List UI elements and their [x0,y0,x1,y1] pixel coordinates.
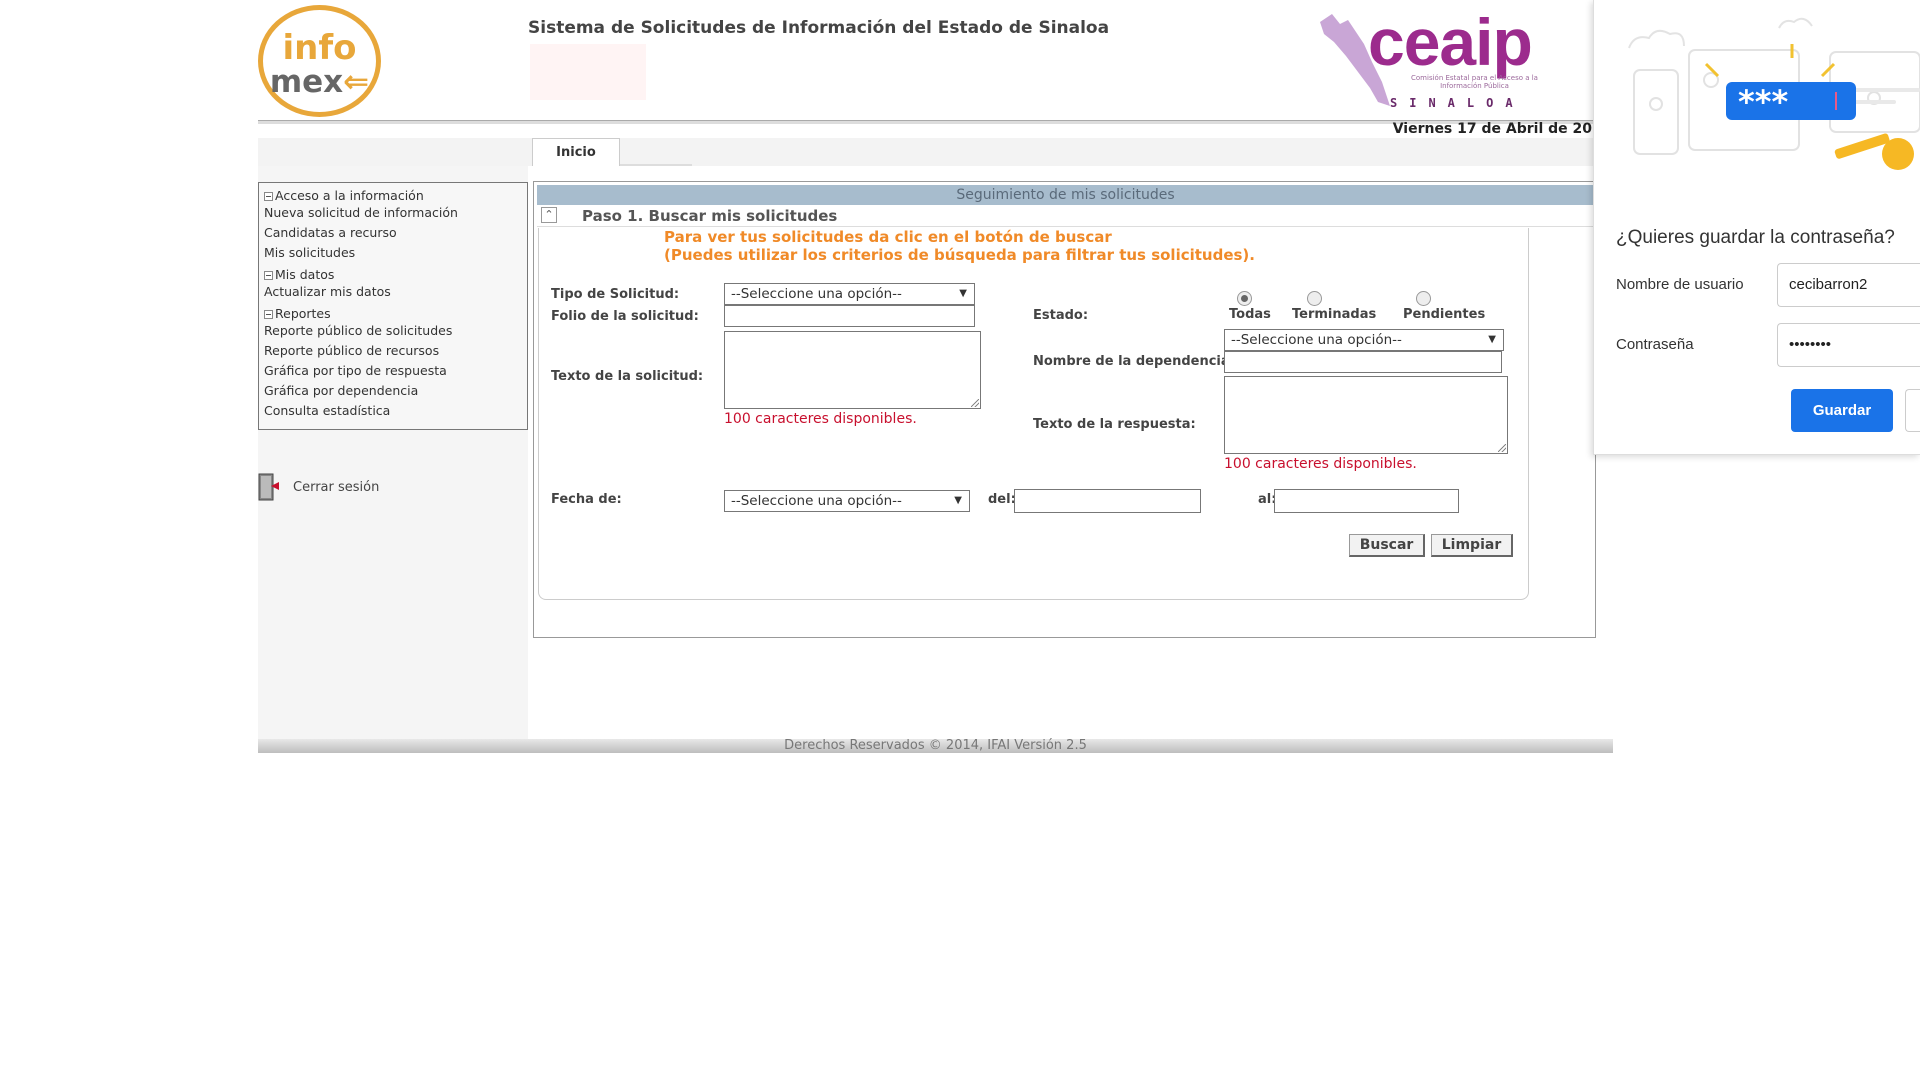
fecha-del-label: del: [988,492,1016,507]
texto-respuesta-textarea[interactable] [1224,376,1508,454]
menu-header-mis-datos[interactable]: Mis datos [259,265,527,284]
password-field[interactable]: •••••••• [1777,323,1920,367]
collapse-box-icon [264,310,273,319]
fecha-label: Fecha de: [551,492,622,507]
password-illustration-icon: *** [1628,17,1920,170]
save-password-button[interactable]: Guardar [1791,389,1893,432]
ceaip-subtitle: Comisión Estatal para el Acceso a la Inf… [1411,74,1538,90]
ceaip-logo: ceaip Comisión Estatal para el Acceso a … [1310,4,1568,114]
ceaip-wordmark: ceaip [1368,5,1533,79]
menu-item-reporte-solicitudes[interactable]: Reporte público de solicitudes [259,323,527,343]
sidebar-menu: Acceso a la información Nueva solicitud … [258,182,528,430]
dropdown-arrow-icon: ▼ [1488,334,1496,345]
texto-solicitud-label: Texto de la solicitud: [551,369,704,384]
panel-header: Seguimiento de mis solicitudes [537,185,1594,205]
logo-line1: info [282,28,357,68]
footer-bar: Derechos Reservados © 2014, IFAI Versión… [258,739,1613,753]
folio-label: Folio de la solicitud: [551,309,699,324]
estado-radio-terminadas[interactable] [1307,291,1322,306]
arrow-left-icon: ⇐ [343,64,370,100]
estado-label: Estado: [1033,308,1089,323]
char-counter-solicitud: 100 caracteres disponibles. [724,411,917,427]
tipo-label: Tipo de Solicitud: [551,287,680,302]
illustration-stars: *** [1738,83,1788,121]
menu-item-actualizar-datos[interactable]: Actualizar mis datos [259,284,527,304]
dependencia-label: Nombre de la dependencia: [1033,354,1235,369]
username-field[interactable]: cecibarron2 [1777,263,1920,307]
collapse-box-icon [264,271,273,280]
buscar-button[interactable]: Buscar [1349,534,1425,557]
tab-bar: Inicio [258,138,1593,166]
estado-radio-pendientes[interactable] [1416,291,1431,306]
menu-header-reportes[interactable]: Reportes [259,304,527,323]
menu-item-grafica-respuesta[interactable]: Gráfica por tipo de respuesta [259,363,527,383]
dropdown-arrow-icon: ▼ [959,288,967,299]
username-label: Nombre de usuario [1616,276,1744,293]
save-password-question: ¿Quieres guardar la contraseña? [1616,227,1895,248]
dependencia-select[interactable]: --Seleccione una opción-- ▼ [1224,329,1504,351]
left-sidebar: Acceso a la información Nueva solicitud … [258,166,528,740]
logo-line2-text: mex [269,64,344,100]
fecha-al-input[interactable] [1274,489,1459,513]
hint-line-1: Para ver tus solicitudes da clic en el b… [664,228,1112,246]
char-counter-respuesta: 100 caracteres disponibles. [1224,456,1417,472]
logo-line2: mex⇐ [263,64,376,100]
menu-item-grafica-dependencia[interactable]: Gráfica por dependencia [259,383,527,403]
menu-item-reporte-recursos[interactable]: Reporte público de recursos [259,343,527,363]
step-title: Paso 1. Buscar mis solicitudes [582,207,838,225]
page: info mex⇐ Sistema de Solicitudes de Info… [0,0,1920,1080]
step-bar: ⌃ Paso 1. Buscar mis solicitudes [537,205,1594,227]
texto-solicitud-textarea[interactable] [724,331,981,409]
current-date: Viernes 17 de Abril de 20 [1392,121,1592,137]
estado-radio-todas[interactable] [1237,291,1252,306]
menu-header-acceso[interactable]: Acceso a la información [259,186,527,205]
menu-header-label: Acceso a la información [275,188,424,203]
collapse-up-icon[interactable]: ⌃ [541,207,557,223]
menu-item-candidatas-recurso[interactable]: Candidatas a recurso [259,225,527,245]
ceaip-state: SINALOA [1390,96,1525,110]
infomex-logo: info mex⇐ [258,5,381,117]
menu-item-nueva-solicitud[interactable]: Nueva solicitud de información [259,205,527,225]
menu-item-consulta-estadistica[interactable]: Consulta estadística [259,403,527,423]
collapse-box-icon [264,192,273,201]
dependencia-select-value: --Seleccione una opción-- [1231,332,1402,348]
fecha-select[interactable]: --Seleccione una opción-- ▼ [724,490,970,512]
menu-item-mis-solicitudes[interactable]: Mis solicitudes [259,245,527,265]
dependencia-input[interactable] [1224,351,1502,373]
limpiar-button[interactable]: Limpiar [1431,534,1513,557]
texto-respuesta-label: Texto de la respuesta: [1033,417,1196,432]
header-placeholder-box [530,44,646,100]
password-label: Contraseña [1616,336,1694,353]
logout-label: Cerrar sesión [293,480,380,495]
folio-input[interactable] [724,305,975,327]
hint-line-2: (Puedes utilizar los criterios de búsque… [664,246,1255,264]
footer-copyright: Derechos Reservados © 2014, IFAI Versión… [784,738,1087,753]
save-password-dialog: *** ¿Quieres guardar la contraseña? Nomb… [1593,0,1920,455]
dropdown-arrow-icon: ▼ [954,495,962,506]
tab-underline [620,164,692,166]
estado-option-pendientes: Pendientes [1403,307,1486,322]
tipo-select[interactable]: --Seleccione una opción-- ▼ [724,283,975,305]
search-panel: Seguimiento de mis solicitudes ⌃ Paso 1.… [533,181,1596,638]
tab-inicio[interactable]: Inicio [532,138,620,166]
menu-header-label: Mis datos [275,267,335,282]
estado-option-terminadas: Terminadas [1292,307,1377,322]
estado-option-todas: Todas [1229,307,1271,322]
logout-door-icon [258,473,279,501]
tipo-select-value: --Seleccione una opción-- [731,286,902,302]
system-title: Sistema de Solicitudes de Información de… [528,18,1110,38]
secondary-dialog-button[interactable] [1905,389,1920,432]
menu-header-label: Reportes [275,306,331,321]
fecha-del-input[interactable] [1014,489,1201,513]
fecha-select-value: --Seleccione una opción-- [731,493,902,509]
search-form: Para ver tus solicitudes da clic en el b… [538,228,1529,600]
